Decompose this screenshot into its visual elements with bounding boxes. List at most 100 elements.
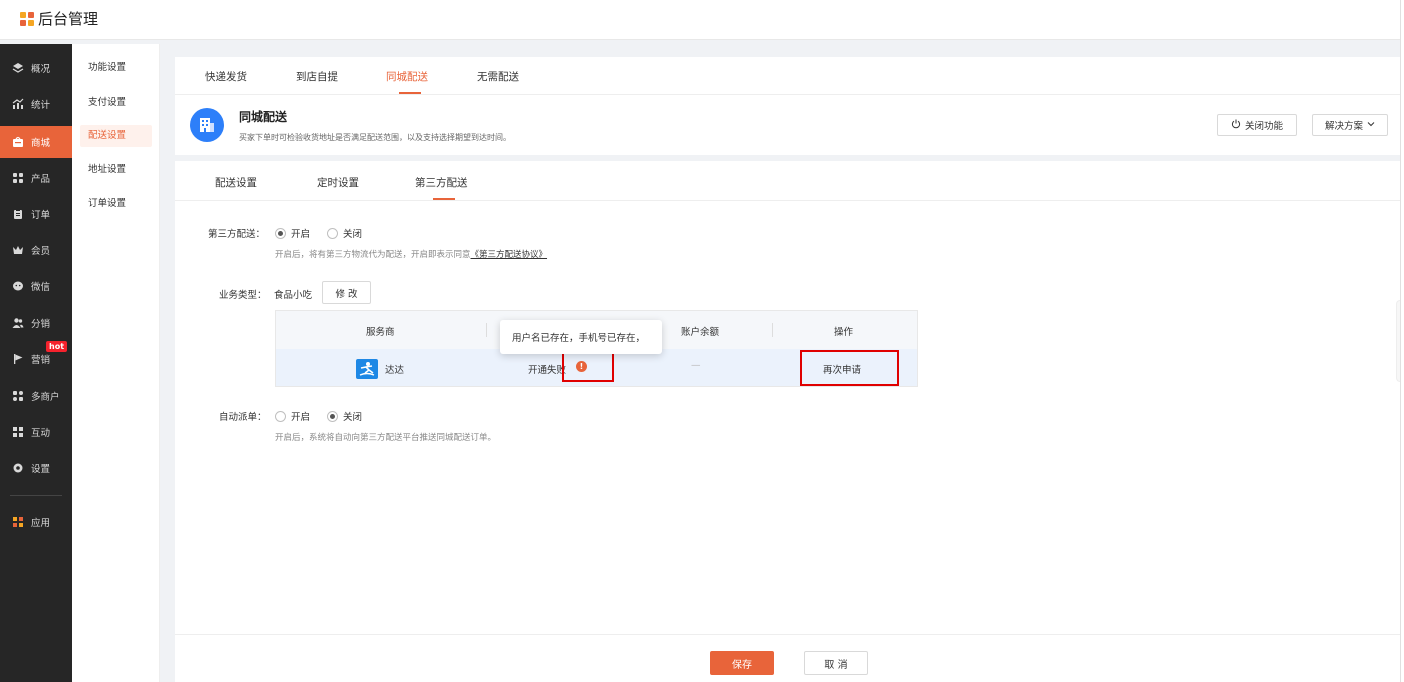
sidebar-item-members[interactable]: 会员 — [0, 234, 72, 266]
save-button[interactable]: 保存 — [710, 651, 774, 675]
sidebar-item-label: 商城 — [31, 138, 51, 149]
radio-label: 关闭 — [343, 412, 363, 423]
top-header: 后台管理 — [0, 0, 1404, 40]
sidebar-item-label: 营销 — [31, 355, 51, 366]
radio-label: 开启 — [291, 412, 311, 423]
sidebar-item-marketing[interactable]: 营销 hot — [0, 341, 72, 375]
sidebar-item-interaction[interactable]: 互动 — [0, 416, 72, 448]
sidebar-item-label: 统计 — [31, 100, 51, 111]
sidebar-divider — [10, 495, 62, 496]
submenu-item-address[interactable]: 地址设置 — [80, 159, 152, 181]
third-party-label: 第三方配送： — [208, 229, 266, 240]
dada-logo-icon — [356, 359, 378, 379]
header-provider: 服务商 — [366, 327, 395, 338]
solution-label: 解决方案 — [1324, 121, 1363, 132]
hint-text: 开启后，将有第三方物流代为配送，开启即表示同意 — [275, 250, 471, 260]
sidebar-item-orders[interactable]: 订单 — [0, 198, 72, 230]
feature-title: 同城配送 — [239, 110, 288, 124]
submenu-item-delivery[interactable]: 配送设置 — [80, 125, 152, 147]
third-party-on-radio[interactable]: 开启 — [275, 226, 310, 240]
apps-icon — [12, 426, 24, 438]
auto-dispatch-hint: 开启后，系统将自动向第三方配送平台推送同城配送订单。 — [275, 433, 497, 443]
radio-label: 关闭 — [343, 229, 363, 240]
close-feature-button[interactable]: 关闭功能 — [1217, 114, 1297, 136]
solution-dropdown-button[interactable]: 解决方案 — [1312, 114, 1388, 136]
third-party-off-radio[interactable]: 关闭 — [327, 226, 362, 240]
error-tooltip: 用户名已存在，手机号已存在， — [500, 320, 662, 354]
crown-icon — [12, 244, 24, 256]
highlight-status-box — [562, 350, 614, 382]
submenu-item-payment[interactable]: 支付设置 — [80, 92, 152, 114]
close-feature-label: 关闭功能 — [1244, 121, 1283, 132]
sidebar-item-stats[interactable]: 统计 — [0, 88, 72, 120]
tab-third-party[interactable]: 第三方配送 — [415, 175, 468, 190]
tab-express[interactable]: 快递发货 — [205, 69, 247, 84]
sidebar-item-label: 应用 — [31, 518, 51, 529]
sidebar-item-multi-merchant[interactable]: 多商户 — [0, 380, 72, 412]
sidebar-item-shop[interactable]: 商城 — [0, 126, 72, 158]
third-party-settings-card: 配送设置 定时设置 第三方配送 第三方配送： 开启 关闭 开启后，将有第三方物流… — [175, 161, 1403, 682]
auto-dispatch-label: 自动派单： — [219, 412, 267, 423]
layers-icon — [12, 62, 24, 74]
header-separator — [486, 323, 487, 337]
sidebar-item-label: 订单 — [31, 210, 51, 221]
status-text: 开通失败 — [528, 365, 567, 376]
cancel-button[interactable]: 取 消 — [804, 651, 868, 675]
header-separator — [772, 323, 773, 337]
clipboard-icon — [12, 208, 24, 220]
radio-checked-icon — [327, 410, 338, 422]
grid-icon — [12, 172, 24, 184]
third-party-hint: 开启后，将有第三方物流代为配送，开启即表示同意《第三方配送协议》 — [275, 248, 547, 260]
tab-pickup[interactable]: 到店自提 — [296, 69, 338, 84]
sidebar-item-products[interactable]: 产品 — [0, 162, 72, 194]
chart-icon — [12, 98, 24, 110]
radio-label: 开启 — [291, 229, 311, 240]
sidebar-item-label: 微信 — [31, 282, 51, 293]
provider-name: 达达 — [385, 365, 405, 376]
hot-badge: hot — [46, 341, 68, 352]
delivery-header-card: 快递发货 到店自提 同城配送 无需配送 同城配送 买家下单时可检验收货地址是否满… — [175, 57, 1403, 155]
tab-scheduled-settings[interactable]: 定时设置 — [317, 175, 359, 190]
divider — [175, 200, 1403, 201]
sidebar-item-apps[interactable]: 应用 — [0, 506, 72, 538]
radio-unchecked-icon — [327, 227, 338, 239]
footer-divider — [175, 634, 1403, 635]
third-party-agreement-link[interactable]: 《第三方配送协议》 — [471, 250, 548, 260]
gear-icon — [12, 462, 24, 474]
scrollbar[interactable] — [1400, 0, 1404, 682]
divider — [175, 94, 1403, 95]
tab-delivery-settings[interactable]: 配送设置 — [215, 175, 257, 190]
modify-business-type-button[interactable]: 修 改 — [322, 281, 371, 304]
business-type-value: 食品小吃 — [274, 290, 313, 301]
tab-local-delivery[interactable]: 同城配送 — [386, 69, 428, 84]
sidebar-item-distribution[interactable]: 分销 — [0, 307, 72, 339]
auto-dispatch-on-radio[interactable]: 开启 — [275, 409, 310, 423]
sidebar-item-settings[interactable]: 设置 — [0, 452, 72, 484]
radio-unchecked-icon — [275, 410, 286, 422]
sidebar-item-label: 设置 — [31, 464, 51, 475]
auto-dispatch-off-radio[interactable]: 关闭 — [327, 409, 362, 423]
header-action: 操作 — [834, 327, 854, 338]
header-balance: 账户余额 — [681, 327, 720, 338]
submenu-item-order[interactable]: 订单设置 — [80, 193, 152, 215]
sidebar-item-label: 多商户 — [31, 392, 60, 403]
store-icon — [12, 390, 24, 402]
tab-no-delivery[interactable]: 无需配送 — [477, 69, 519, 84]
sidebar-item-label: 产品 — [31, 174, 51, 185]
app-title: 后台管理 — [38, 10, 99, 28]
main-sidebar: 概况 统计 商城 产品 订单 会员 微信 分销 营销 hot 多商户 互动 设置… — [0, 44, 72, 682]
sidebar-item-wechat[interactable]: 微信 — [0, 270, 72, 302]
sidebar-item-overview[interactable]: 概况 — [0, 52, 72, 84]
wechat-icon — [12, 280, 24, 292]
submenu-item-function[interactable]: 功能设置 — [80, 57, 152, 79]
highlight-reapply-box — [800, 350, 899, 386]
balance-value: — — [691, 360, 701, 371]
settings-submenu: 功能设置 支付设置 配送设置 地址设置 订单设置 — [72, 44, 160, 682]
flag-icon — [12, 353, 24, 365]
radio-checked-icon — [275, 227, 286, 239]
business-type-label: 业务类型： — [219, 290, 267, 301]
app-logo: 后台管理 — [20, 8, 98, 29]
color-grid-icon — [12, 516, 24, 528]
sidebar-item-label: 会员 — [31, 246, 51, 257]
sidebar-item-label: 互动 — [31, 428, 51, 439]
